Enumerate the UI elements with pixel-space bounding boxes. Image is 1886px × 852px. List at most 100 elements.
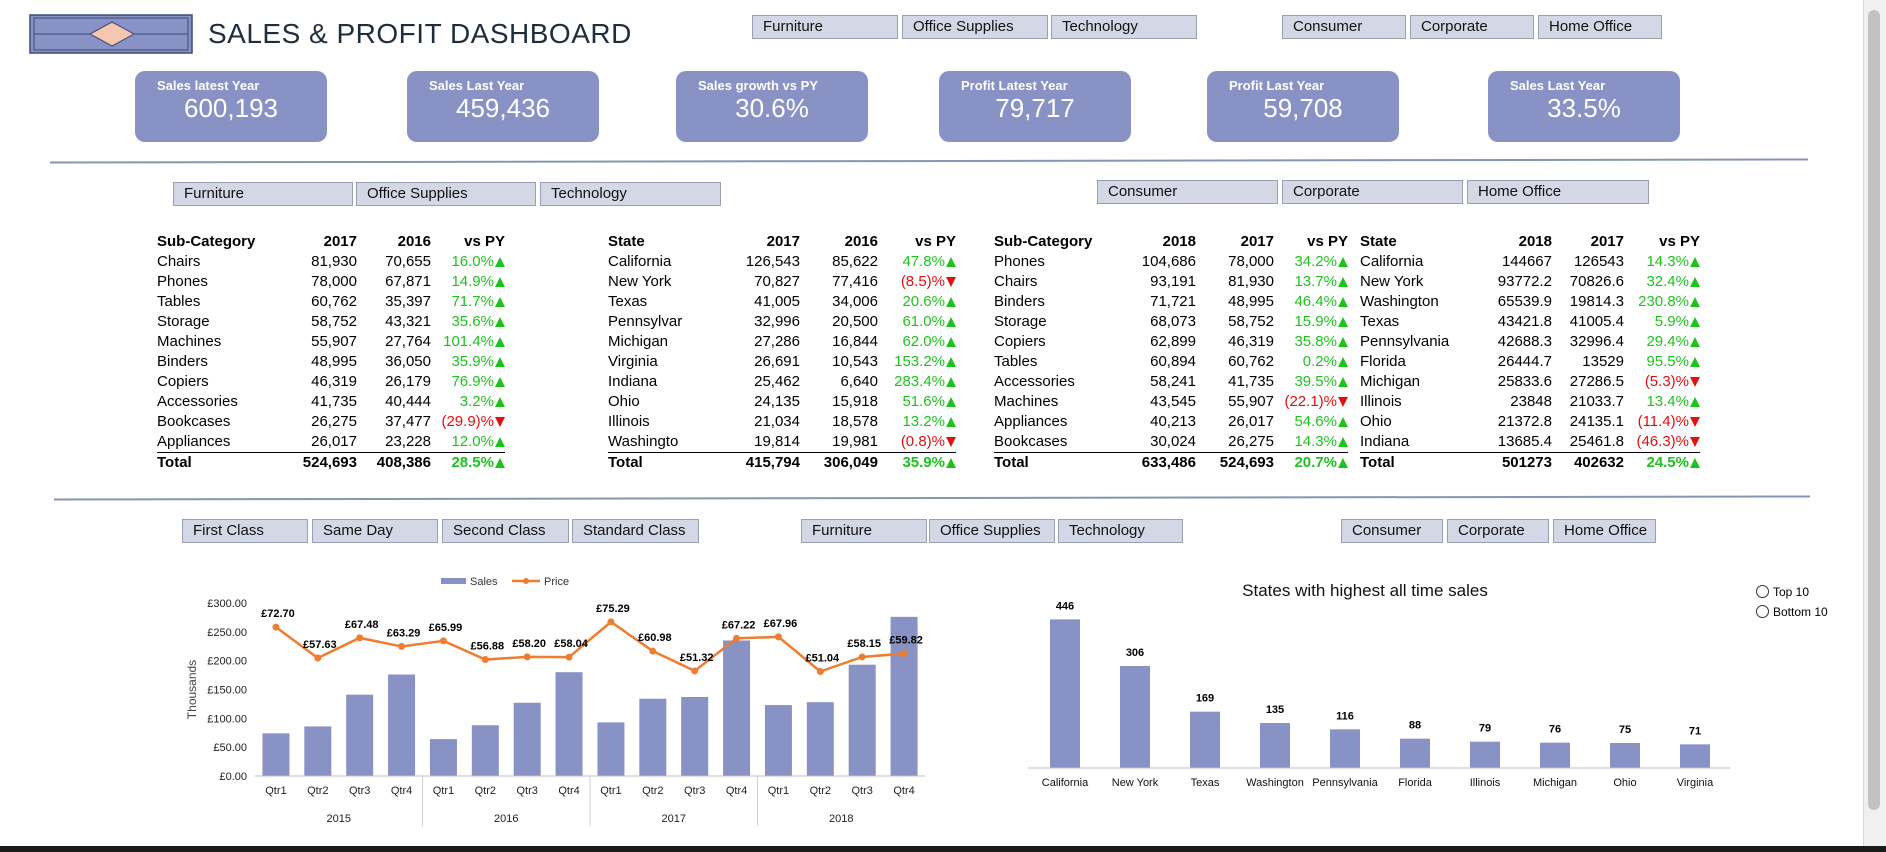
table-row: New York 70,827 77,416 (8.5)% xyxy=(608,272,956,292)
slicer-furniture[interactable]: Furniture xyxy=(173,182,353,206)
slicer-same-day[interactable]: Same Day xyxy=(312,519,438,543)
value-cell: 27286.5 xyxy=(1569,373,1624,390)
variance-cell: 29.4% xyxy=(1624,332,1700,352)
triangle-up-icon xyxy=(1338,437,1348,447)
slicer-technology[interactable]: Technology xyxy=(540,182,721,206)
value-cell: 68,073 xyxy=(1150,313,1196,330)
value-cell: 55,907 xyxy=(1228,393,1274,410)
price-point xyxy=(733,634,741,642)
variance-cell: (46.3)% xyxy=(1624,432,1700,453)
slicer-corporate[interactable]: Corporate xyxy=(1410,15,1534,39)
slicer-home-office[interactable]: Home Office xyxy=(1467,180,1649,204)
row-label: Illinois xyxy=(1360,393,1402,410)
variance-value: 153.2% xyxy=(894,353,945,370)
y-tick-label: £200.00 xyxy=(207,656,247,668)
row-label: Phones xyxy=(157,273,208,290)
value-cell: 633,486 xyxy=(1104,452,1196,473)
variance-value: 35.8% xyxy=(1294,333,1337,350)
price-data-label: £56.88 xyxy=(470,641,504,653)
year-label: 2017 xyxy=(662,813,686,825)
value-cell: 524,693 xyxy=(299,452,357,473)
x-tick-label: Qtr3 xyxy=(516,785,537,797)
slicer-consumer[interactable]: Consumer xyxy=(1282,15,1406,39)
table-total-row: Total 501273 402632 24.5% xyxy=(1360,452,1700,473)
value-cell: 408,386 xyxy=(357,452,431,473)
value-cell: 104,686 xyxy=(1141,253,1196,270)
kpi-profit-last-year: Profit Last Year 59,708 xyxy=(1207,71,1399,142)
variance-value: 13.2% xyxy=(902,413,945,430)
table-row: Michigan 25833.6 27286.5 (5.3)% xyxy=(1360,372,1700,392)
value-cell: 35,397 xyxy=(385,293,431,310)
variance-value: 95.5% xyxy=(1646,353,1689,370)
value-cell: 48,995 xyxy=(311,353,357,370)
price-data-label: £58.04 xyxy=(554,638,589,650)
value-cell: 415,794 xyxy=(718,452,800,473)
slicer-office-supplies[interactable]: Office Supplies xyxy=(902,15,1048,39)
value-cell: 26,275 xyxy=(1228,433,1274,450)
value-cell: 20,500 xyxy=(832,313,878,330)
slicer-furniture[interactable]: Furniture xyxy=(801,519,927,543)
slicer-furniture[interactable]: Furniture xyxy=(752,15,898,39)
bar-data-label: 76 xyxy=(1549,724,1561,736)
kpi-label: Profit Latest Year xyxy=(961,78,1068,93)
x-tick-label: Qtr2 xyxy=(642,785,663,797)
scrollbar-thumb[interactable] xyxy=(1868,10,1880,810)
value-cell: 32,996 xyxy=(754,313,800,330)
slicer-second-class[interactable]: Second Class xyxy=(442,519,569,543)
state-sales-table-2017: State 2017 2016 vs PY California 126,543 85,62… xyxy=(608,232,956,473)
state-bar xyxy=(1120,666,1150,768)
variance-value: (29.9)% xyxy=(441,413,494,430)
x-tick-label: Qtr2 xyxy=(810,785,831,797)
column-header: 2016 xyxy=(397,233,431,250)
slicer-first-class[interactable]: First Class xyxy=(182,519,308,543)
x-tick-label: California xyxy=(1042,777,1089,789)
sales-bar xyxy=(806,702,834,776)
triangle-up-icon xyxy=(495,377,505,387)
row-label: Machines xyxy=(994,393,1059,410)
value-cell: 27,764 xyxy=(385,333,431,350)
value-cell: 126543 xyxy=(1573,253,1624,270)
slicer-office-supplies[interactable]: Office Supplies xyxy=(356,182,536,206)
row-label: Appliances xyxy=(157,433,231,450)
slicer-corporate[interactable]: Corporate xyxy=(1447,519,1549,543)
table-row: Tables 60,762 35,397 71.7% xyxy=(157,292,505,312)
variance-value: 20.7% xyxy=(1294,454,1337,471)
value-cell: 78,000 xyxy=(311,273,357,290)
radio-top-10[interactable]: Top 10 xyxy=(1756,585,1809,599)
variance-cell: (11.4)% xyxy=(1624,412,1700,432)
triangle-up-icon xyxy=(946,377,956,387)
triangle-up-icon xyxy=(1338,297,1348,307)
value-cell: 43,321 xyxy=(385,313,431,330)
variance-value: 62.0% xyxy=(902,333,945,350)
slicer-home-office[interactable]: Home Office xyxy=(1553,519,1656,543)
table-header-row: State 2017 2016 vs PY xyxy=(608,232,956,252)
legend-label: Sales xyxy=(470,576,498,588)
table-total-row: Total 524,693 408,386 28.5% xyxy=(157,452,505,473)
triangle-up-icon xyxy=(495,337,505,347)
slicer-standard-class[interactable]: Standard Class xyxy=(572,519,699,543)
table-row: Appliances 26,017 23,228 12.0% xyxy=(157,432,505,453)
kpi-sales-last-year-pct: Sales Last Year 33.5% xyxy=(1488,71,1680,142)
sales-bar xyxy=(429,739,457,776)
slicer-technology[interactable]: Technology xyxy=(1058,519,1183,543)
value-cell: 27,286 xyxy=(754,333,800,350)
triangle-up-icon xyxy=(1690,337,1700,347)
slicer-corporate[interactable]: Corporate xyxy=(1282,180,1463,204)
kpi-label: Sales latest Year xyxy=(157,78,260,93)
variance-cell: (0.8)% xyxy=(878,432,956,453)
row-label: Indiana xyxy=(1360,433,1410,450)
value-cell: 26444.7 xyxy=(1497,353,1552,370)
column-header: 2018 xyxy=(1518,233,1552,250)
price-data-label: £59.82 xyxy=(889,635,923,647)
slicer-technology[interactable]: Technology xyxy=(1051,15,1197,39)
value-cell: 71,721 xyxy=(1150,293,1196,310)
x-tick-label: Qtr2 xyxy=(475,785,496,797)
radio-bottom-10[interactable]: Bottom 10 xyxy=(1756,605,1828,619)
slicer-consumer[interactable]: Consumer xyxy=(1341,519,1443,543)
triangle-down-icon xyxy=(1690,377,1700,387)
table-row: Indiana 25,462 6,640 283.4% xyxy=(608,372,956,392)
slicer-consumer[interactable]: Consumer xyxy=(1097,180,1278,204)
slicer-office-supplies[interactable]: Office Supplies xyxy=(929,519,1055,543)
slicer-home-office[interactable]: Home Office xyxy=(1538,15,1662,39)
x-tick-label: Qtr4 xyxy=(558,785,579,797)
